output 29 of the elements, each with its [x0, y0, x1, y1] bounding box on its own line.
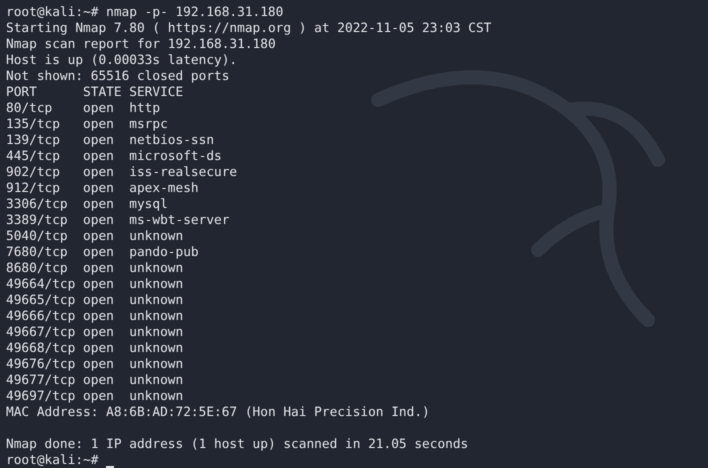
command-text: nmap -p- 192.168.31.180	[106, 5, 284, 21]
terminal-output-line: 912/tcp open apex-mesh	[6, 181, 200, 197]
terminal-output-line: 3306/tcp open mysql	[6, 197, 169, 213]
terminal-output-line: Starting Nmap 7.80 ( https://nmap.org ) at 2022-11-05 23:03 CST	[6, 21, 492, 37]
terminal-output-line: 7680/tcp open pando-pub	[6, 245, 200, 261]
terminal-output-line: 902/tcp open iss-realsecure	[6, 165, 238, 181]
terminal-output-line: 3389/tcp open ms-wbt-server	[6, 213, 230, 229]
terminal-output-line: 5040/tcp open unknown	[6, 229, 184, 245]
terminal-output-line: 49665/tcp open unknown	[6, 293, 184, 309]
terminal-output-line: PORT STATE SERVICE	[6, 85, 184, 101]
terminal-output-line: 445/tcp open microsoft-ds	[6, 149, 223, 165]
terminal-output-line: Host is up (0.00033s latency).	[6, 53, 238, 69]
terminal-output-line: 80/tcp open http	[6, 101, 162, 117]
terminal-output-line: 8680/tcp open unknown	[6, 261, 184, 277]
terminal-output-line: 139/tcp open netbios-ssn	[6, 133, 216, 149]
terminal-output-line: 135/tcp open msrpc	[6, 117, 169, 133]
terminal-output-line: Nmap scan report for 192.168.31.180	[6, 37, 277, 53]
terminal-output-line: 49664/tcp open unknown	[6, 277, 184, 293]
terminal-output-line: Not shown: 65516 closed ports	[6, 69, 230, 85]
terminal-output-line: 49667/tcp open unknown	[6, 325, 184, 341]
terminal-output-line: 49697/tcp open unknown	[6, 389, 184, 405]
terminal-output-line: MAC Address: A8:6B:AD:72:5E:67 (Hon Hai Precision Ind.)	[6, 405, 431, 421]
terminal-output-line: 49676/tcp open unknown	[6, 357, 184, 373]
terminal-output-line: 49677/tcp open unknown	[6, 373, 184, 389]
shell-prompt: root@kali:~#	[6, 5, 98, 21]
shell-prompt: root@kali:~#	[6, 453, 98, 468]
terminal-output-line: 49666/tcp open unknown	[6, 309, 184, 325]
terminal-output-line: 49668/tcp open unknown	[6, 341, 184, 357]
terminal-output-line: Nmap done: 1 IP address (1 host up) scanned in 21.05 seconds	[6, 437, 470, 453]
